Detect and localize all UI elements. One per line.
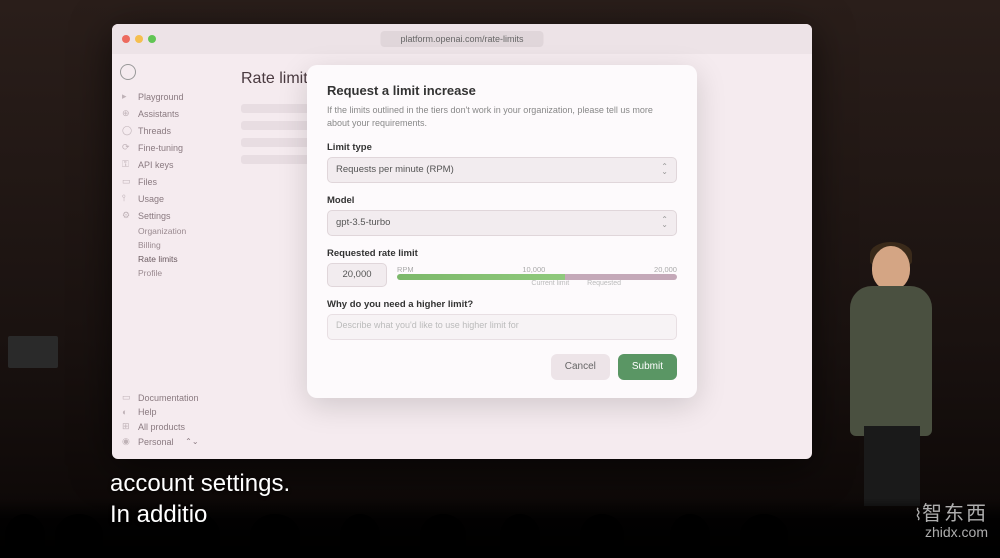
modal-backdrop: Request a limit increase If the limits o…	[112, 24, 812, 459]
stage-laptop	[8, 336, 58, 368]
modal-title: Request a limit increase	[327, 83, 677, 98]
slider[interactable]: RPM 10,000 20,000 Current limit Requeste…	[397, 263, 677, 287]
limit-type-value: Requests per minute (RPM)	[336, 164, 454, 175]
requested-label: Requested rate limit	[327, 248, 677, 259]
modal-description: If the limits outlined in the tiers don'…	[327, 104, 677, 129]
modal-actions: Cancel Submit	[327, 354, 677, 380]
stage-background: platform.openai.com/rate-limits ▸Playgro…	[0, 0, 1000, 558]
browser-window: platform.openai.com/rate-limits ▸Playgro…	[112, 24, 812, 459]
slider-mid: 10,000	[522, 265, 545, 274]
limit-increase-modal: Request a limit increase If the limits o…	[307, 65, 697, 397]
slider-max: 20,000	[654, 265, 677, 274]
slider-track[interactable]	[397, 274, 677, 280]
watermark-url: zhidx.com	[925, 524, 988, 540]
why-textarea[interactable]: Describe what you'd like to use higher l…	[327, 314, 677, 340]
current-limit-label: Current limit	[531, 280, 569, 287]
limit-type-select[interactable]: Requests per minute (RPM) ⌃⌄	[327, 157, 677, 183]
video-subtitle: account settings.In additio	[110, 468, 290, 530]
model-value: gpt-3.5-turbo	[336, 217, 390, 228]
slider-unit: RPM	[397, 265, 414, 274]
model-select[interactable]: gpt-3.5-turbo ⌃⌄	[327, 210, 677, 236]
limit-type-label: Limit type	[327, 142, 677, 153]
requested-value-input[interactable]: 20,000	[327, 263, 387, 287]
cancel-button[interactable]: Cancel	[551, 354, 610, 380]
why-label: Why do you need a higher limit?	[327, 299, 677, 310]
wifi-icon: ⌇	[914, 507, 922, 524]
presenter-silhouette	[840, 246, 940, 506]
slider-row: 20,000 RPM 10,000 20,000 Current limit R…	[327, 263, 677, 287]
watermark-cn: 智东西	[922, 503, 988, 525]
updown-icon: ⌃⌄	[661, 218, 668, 228]
watermark: ⌇智东西 zhidx.com	[914, 503, 988, 540]
model-label: Model	[327, 195, 677, 206]
submit-button[interactable]: Submit	[618, 354, 677, 380]
updown-icon: ⌃⌄	[661, 165, 668, 175]
requested-limit-label: Requested	[587, 280, 621, 287]
